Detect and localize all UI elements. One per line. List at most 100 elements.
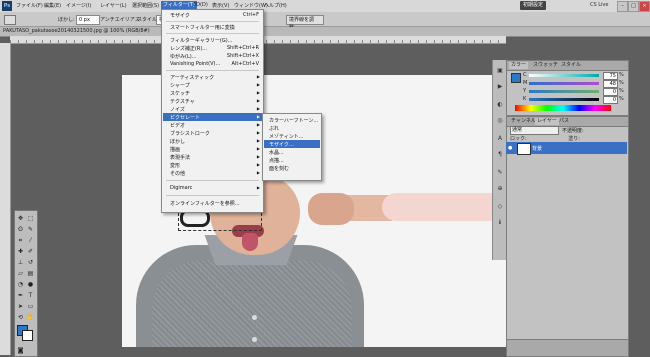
quick-select-tool-icon[interactable]: ✎ [26, 225, 35, 234]
photoshop-logo-icon: Ps [2, 1, 12, 11]
dodge-tool-icon[interactable]: ● [26, 280, 35, 289]
tab-swatches[interactable]: スウォッチ [531, 62, 560, 69]
value-y[interactable]: 0 [603, 88, 618, 96]
marquee-tool-icon[interactable]: ⬚ [26, 214, 35, 223]
menu-layer[interactable]: レイヤー(L) [100, 2, 127, 9]
menu-item-pixelate[interactable]: ピクセレート [170, 114, 200, 121]
history-brush-tool-icon[interactable]: ↺ [26, 258, 35, 267]
menu-item-liquify[interactable]: ゆがみ(L)... [170, 53, 196, 60]
3d-rotate-tool-icon[interactable]: ⟲ [16, 313, 25, 322]
stamp-tool-icon[interactable]: ⊥ [16, 258, 25, 267]
menu-item-lens-correction[interactable]: レンズ補正(R)... [170, 45, 207, 52]
paragraph-panel-icon[interactable]: ¶ [495, 150, 505, 160]
actions-panel-icon[interactable]: ▶ [495, 82, 505, 92]
brush-tool-icon[interactable]: ✐ [26, 247, 35, 256]
menu-item-stylize[interactable]: 表現手法 [170, 154, 190, 161]
shape-tool-icon[interactable]: ▭ [26, 302, 35, 311]
menu-item-distort[interactable]: 変形 [170, 162, 180, 169]
menu-item-browse-online[interactable]: オンラインフィルターを参照... [170, 200, 240, 207]
submenu-item-mosaic[interactable]: モザイク... [269, 141, 294, 148]
slider-c[interactable] [529, 74, 599, 77]
document-tab[interactable]: PAKUTASO_pakutasoe20140321500.jpg @ 100%… [3, 27, 150, 36]
menu-3d[interactable]: 3D(D) [193, 2, 208, 8]
menu-file[interactable]: ファイル(F) [16, 2, 43, 9]
adjustments-panel-icon[interactable]: ◐ [495, 100, 505, 110]
refine-edge-button[interactable]: 境界線を調整... [286, 15, 324, 31]
marquee-tool-icon[interactable] [4, 15, 16, 25]
menu-item-artistic[interactable]: アーティスティック [170, 74, 214, 81]
path-select-tool-icon[interactable]: ➤ [16, 302, 25, 311]
menu-item-sketch[interactable]: スケッチ [170, 90, 190, 97]
value-k[interactable]: 0 [603, 96, 618, 104]
color-swatch[interactable] [511, 73, 521, 83]
menu-item-brush-strokes[interactable]: ブラシストローク [170, 130, 210, 137]
clone-source-panel-icon[interactable]: ⊕ [495, 184, 505, 194]
close-icon[interactable]: × [639, 1, 650, 12]
menu-window[interactable]: ウィンドウ(W) [234, 2, 268, 9]
tab-styles[interactable]: スタイル [559, 62, 583, 69]
submenu-arrow-icon: ▶ [256, 170, 260, 175]
minimize-icon[interactable]: – [617, 1, 628, 12]
background-color-swatch[interactable] [22, 330, 33, 341]
menu-item-blur[interactable]: ぼかし [170, 138, 185, 145]
pen-tool-icon[interactable]: ✒ [16, 291, 25, 300]
menu-item-video[interactable]: ビデオ [170, 122, 185, 129]
antialias-checkbox[interactable]: アンチエイリアス [100, 16, 140, 23]
value-m[interactable]: 48 [603, 80, 618, 88]
3d-panel-icon[interactable]: ◇ [495, 202, 505, 212]
maximize-icon[interactable]: □ [628, 1, 639, 12]
lasso-tool-icon[interactable]: ʘ [16, 225, 25, 234]
tab-layers[interactable]: レイヤー [535, 118, 559, 125]
submenu-item-color-halftone[interactable]: カラーハーフトーン... [269, 117, 318, 124]
menu-item-digimarc[interactable]: Digimarc [170, 185, 192, 191]
tab-channels[interactable]: チャンネル [509, 118, 538, 125]
submenu-item-mezzotint[interactable]: メゾティント... [269, 133, 303, 140]
submenu-item-pointillize[interactable]: 点描... [269, 157, 284, 164]
blend-mode-select[interactable]: 通常 [510, 126, 559, 135]
eraser-tool-icon[interactable]: ▱ [16, 269, 25, 278]
layer-name[interactable]: 背景 [532, 145, 542, 152]
quick-mask-icon[interactable]: ◙ [16, 346, 25, 355]
type-tool-icon[interactable]: T [26, 291, 35, 300]
menu-item-other[interactable]: その他 [170, 170, 185, 177]
brush-panel-icon[interactable]: ✎ [495, 168, 505, 178]
gradient-tool-icon[interactable]: ▤ [26, 269, 35, 278]
crop-tool-icon[interactable]: ⌗ [16, 236, 25, 245]
hand-tool-icon[interactable]: ✋ [26, 313, 35, 322]
menu-item-smart-filter[interactable]: スマートフィルター用に変換 [170, 24, 235, 31]
slider-m[interactable] [529, 82, 599, 85]
slider-k[interactable] [529, 98, 599, 101]
info-panel-icon[interactable]: ℹ [495, 218, 505, 228]
submenu-item-facet[interactable]: 面を刻む [269, 165, 289, 172]
tab-color[interactable]: カラー [509, 62, 529, 69]
submenu-item-fragment[interactable]: ぶれ [269, 125, 279, 132]
menu-view[interactable]: 表示(V) [212, 2, 229, 9]
character-panel-icon[interactable]: A [495, 134, 505, 144]
menu-item-last-filter[interactable]: モザイク [170, 12, 190, 19]
menu-help[interactable]: ヘルプ(H) [264, 2, 287, 9]
value-c[interactable]: 75 [603, 72, 618, 80]
menu-image[interactable]: イメージ(I) [66, 2, 91, 9]
menu-item-sharpen[interactable]: シャープ [170, 82, 190, 89]
masks-panel-icon[interactable]: ◎ [495, 116, 505, 126]
menu-edit[interactable]: 編集(E) [44, 2, 61, 9]
menu-item-noise[interactable]: ノイズ [170, 106, 185, 113]
feather-input[interactable]: 0 px [76, 15, 100, 25]
menu-item-vanishing-point[interactable]: Vanishing Point(V)... [170, 61, 220, 67]
slider-y[interactable] [529, 90, 599, 93]
submenu-item-crystallize[interactable]: 水晶... [269, 149, 284, 156]
eyedropper-tool-icon[interactable]: ⁄ [26, 236, 35, 245]
menu-item-filter-gallery[interactable]: フィルターギャラリー(G)... [170, 37, 232, 44]
menu-select[interactable]: 選択範囲(S) [132, 2, 159, 9]
workspace-button[interactable]: 初期設定 [520, 1, 546, 10]
color-spectrum-bar[interactable] [515, 105, 611, 111]
menu-item-texture[interactable]: テクスチャ [170, 98, 195, 105]
menu-item-render[interactable]: 描画 [170, 146, 180, 153]
visibility-eye-icon[interactable]: ● [508, 145, 512, 151]
history-panel-icon[interactable]: ▣ [495, 66, 505, 76]
tab-paths[interactable]: パス [557, 118, 571, 125]
healing-tool-icon[interactable]: ✚ [16, 247, 25, 256]
blur-tool-icon[interactable]: ◔ [16, 280, 25, 289]
move-tool-icon[interactable]: ✥ [16, 214, 25, 223]
cs-live-button[interactable]: CS Live [590, 2, 608, 8]
